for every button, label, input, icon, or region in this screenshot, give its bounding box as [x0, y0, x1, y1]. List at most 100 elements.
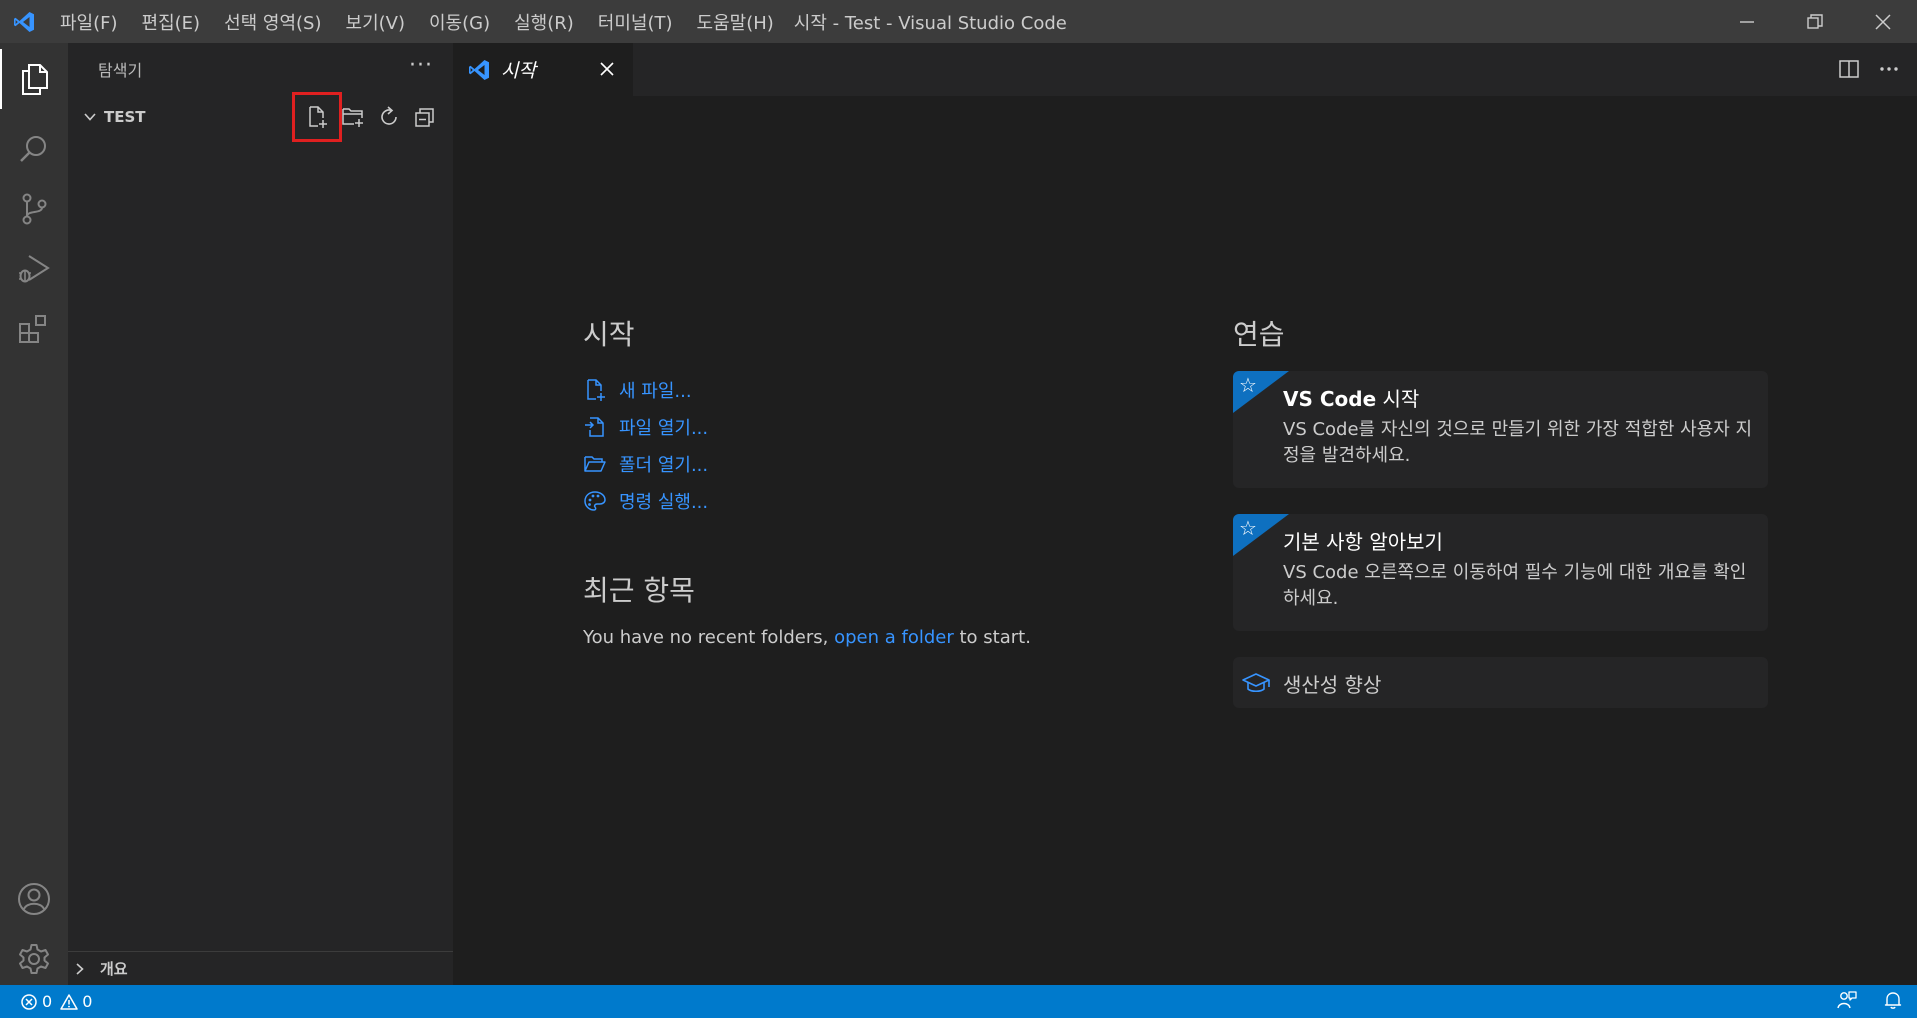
recent-suffix: to start.	[953, 627, 1031, 648]
accounts-activity-button[interactable]	[0, 869, 68, 929]
problems-status[interactable]: 0 0	[20, 992, 92, 1011]
editor-more-actions-button[interactable]	[1873, 53, 1905, 85]
new-file-button[interactable]	[292, 92, 342, 142]
open-folder-link[interactable]: 폴더 열기...	[583, 445, 1103, 482]
card-description: VS Code 오른쪽으로 이동하여 필수 기능에 대한 개요를 확인하세요.	[1283, 562, 1747, 609]
menu-view[interactable]: 보기(V)	[334, 0, 417, 43]
menu-run[interactable]: 실행(R)	[502, 0, 586, 43]
source-control-activity-button[interactable]	[0, 179, 68, 239]
files-icon	[22, 64, 48, 95]
walkthrough-card-get-started[interactable]: ☆ VS Code 시작 VS Code를 자신의 것으로 만들기 위한 가장 …	[1233, 371, 1768, 488]
close-icon	[1875, 13, 1891, 30]
extensions-icon	[19, 315, 46, 343]
restore-icon	[1807, 13, 1823, 29]
open-file-icon	[583, 412, 613, 442]
extensions-activity-button[interactable]	[0, 299, 68, 359]
ellipsis-icon	[1880, 67, 1898, 71]
tab-bar: 시작	[453, 43, 1917, 96]
run-command-link[interactable]: 명령 실행...	[583, 482, 1103, 519]
close-icon	[600, 62, 614, 76]
sidebar-title: 탐색기	[98, 61, 143, 80]
tab-welcome[interactable]: 시작	[453, 43, 633, 96]
walkthrough-card-productivity[interactable]: 생산성 향상	[1233, 657, 1768, 708]
refresh-button[interactable]	[371, 99, 407, 135]
start-heading: 시작	[583, 318, 635, 351]
card-title: 기본 사항 알아보기	[1283, 530, 1443, 554]
minimize-button[interactable]	[1713, 0, 1781, 43]
tab-close-button[interactable]	[595, 57, 619, 81]
menu-terminal[interactable]: 터미널(T)	[586, 0, 685, 43]
chevron-down-icon	[68, 109, 104, 125]
new-file-icon	[309, 106, 327, 128]
card-title: 생산성 향상	[1283, 673, 1382, 697]
window-controls	[1713, 0, 1917, 43]
manage-activity-button[interactable]	[0, 929, 68, 989]
vscode-logo-icon	[0, 0, 48, 43]
folder-section-header[interactable]: TEST	[68, 92, 453, 142]
minimize-icon	[1740, 20, 1754, 23]
account-icon	[18, 883, 50, 915]
mortarboard-icon	[1241, 669, 1271, 697]
sidebar-header: 탐색기 ···	[68, 43, 453, 95]
new-file-label: 새 파일...	[619, 380, 692, 402]
new-file-icon	[583, 375, 613, 405]
menu-go[interactable]: 이동(G)	[417, 0, 502, 43]
close-window-button[interactable]	[1849, 0, 1917, 43]
palette-icon	[583, 486, 613, 516]
recent-prefix: You have no recent folders,	[583, 627, 835, 648]
menu-selection[interactable]: 선택 영역(S)	[212, 0, 333, 43]
walkthrough-heading: 연습	[1233, 318, 1285, 351]
open-file-label: 파일 열기...	[619, 417, 709, 439]
split-editor-button[interactable]	[1833, 53, 1865, 85]
search-activity-button[interactable]	[0, 119, 68, 179]
recent-heading: 최근 항목	[583, 574, 695, 607]
split-editor-icon	[1839, 60, 1859, 78]
run-command-label: 명령 실행...	[619, 491, 709, 513]
walkthrough-card-fundamentals[interactable]: ☆ 기본 사항 알아보기 VS Code 오른쪽으로 이동하여 필수 기능에 대…	[1233, 514, 1768, 631]
warning-icon	[60, 993, 78, 1010]
restore-button[interactable]	[1781, 0, 1849, 43]
outline-title: 개요	[100, 960, 128, 978]
new-folder-icon	[342, 108, 363, 127]
open-file-link[interactable]: 파일 열기...	[583, 408, 1103, 445]
activity-bar	[0, 43, 68, 985]
menu-file[interactable]: 파일(F)	[48, 0, 130, 43]
card-description: VS Code를 자신의 것으로 만들기 위한 가장 적합한 사용자 지정을 발…	[1283, 419, 1753, 466]
chevron-right-icon	[68, 961, 94, 977]
card-title: VS Code 시작	[1283, 387, 1420, 411]
status-bar: 0 0	[0, 985, 1917, 1018]
menu-bar: 파일(F) 편집(E) 선택 영역(S) 보기(V) 이동(G) 실행(R) 터…	[48, 0, 786, 43]
welcome-start-column: 시작 새 파일... 파일 열기... 폴더 열기... 명령 실행... 최근…	[583, 313, 1103, 648]
title-bar: 파일(F) 편집(E) 선택 영역(S) 보기(V) 이동(G) 실행(R) 터…	[0, 0, 1917, 43]
menu-help[interactable]: 도움말(H)	[685, 0, 786, 43]
run-debug-icon	[19, 255, 50, 283]
vscode-tab-icon	[469, 59, 489, 80]
new-folder-button[interactable]	[335, 99, 371, 135]
collapse-all-button[interactable]	[407, 99, 443, 135]
open-folder-label: 폴더 열기...	[619, 454, 709, 476]
error-count: 0	[42, 992, 53, 1011]
run-debug-activity-button[interactable]	[0, 239, 68, 299]
feedback-icon	[1837, 990, 1857, 1008]
explorer-activity-button[interactable]	[0, 49, 68, 109]
open-folder-recent-link[interactable]: open a folder	[834, 627, 954, 648]
collapse-all-icon	[415, 108, 434, 127]
feedback-button[interactable]	[1837, 990, 1857, 1014]
status-right-items	[1837, 985, 1903, 1018]
outline-section-header[interactable]: 개요	[68, 951, 453, 985]
explorer-sidebar: 탐색기 ··· TEST 개요	[68, 43, 453, 985]
star-icon: ☆	[1239, 516, 1257, 540]
tab-label: 시작	[501, 60, 536, 82]
folder-name: TEST	[104, 108, 146, 126]
gear-icon	[19, 944, 49, 974]
error-icon	[21, 993, 37, 1010]
editor-area: 시작 시작 새 파일... 파일 열기... 폴더 열기... 명령 실행...…	[453, 43, 1917, 985]
new-file-link[interactable]: 새 파일...	[583, 371, 1103, 408]
folder-actions	[292, 92, 443, 142]
recent-message: You have no recent folders, open a folde…	[583, 627, 1103, 648]
more-actions-button[interactable]: ···	[409, 53, 433, 78]
source-control-icon	[22, 193, 47, 225]
notifications-button[interactable]	[1883, 990, 1903, 1014]
menu-edit[interactable]: 편집(E)	[130, 0, 213, 43]
window-title: 시작 - Test - Visual Studio Code	[793, 12, 1067, 34]
